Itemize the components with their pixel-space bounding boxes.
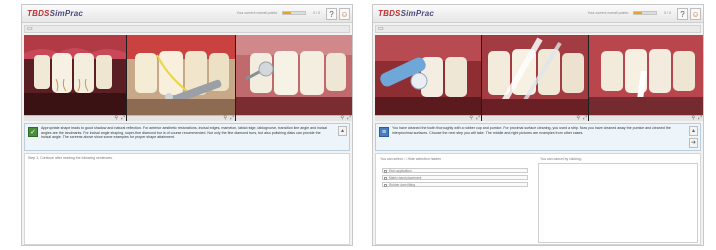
- tooth-photo-3[interactable]: [589, 35, 703, 115]
- scroll-up-button[interactable]: ▴: [338, 126, 347, 136]
- help-button[interactable]: ?: [326, 8, 337, 20]
- photo-3-controls: ⚲ ⤢: [589, 115, 703, 121]
- title-bar: TBDSSimPrac Your current overall points:…: [22, 5, 352, 23]
- tooth-photo-2[interactable]: [127, 35, 235, 115]
- photo-strip: ⚲ ⤢ ⚲ ⤢ ⚲ ⤢: [24, 35, 352, 121]
- checkbox[interactable]: [384, 169, 387, 173]
- photo-1-controls: ⚲ ⤢: [24, 115, 126, 121]
- right-window: TBDSSimPrac Your current overall points:…: [372, 4, 704, 246]
- side-buttons: ▴: [338, 126, 347, 138]
- resize-icon[interactable]: ⤢: [121, 115, 125, 121]
- info-icon: ≡: [379, 127, 389, 137]
- next-arrow-icon[interactable]: ➜: [689, 138, 698, 148]
- photo-2-controls: ⚲ ⤢: [482, 115, 588, 121]
- resize-icon[interactable]: ⤢: [476, 115, 480, 121]
- score-value: 0 / 0: [313, 11, 320, 15]
- side-buttons: ▴ ➜: [689, 126, 698, 150]
- score-label: Your current overall points:: [587, 11, 629, 15]
- resize-icon[interactable]: ⤢: [347, 115, 351, 121]
- magnify-icon[interactable]: ⚲: [691, 115, 695, 121]
- score-value: 0 / 0: [664, 11, 671, 15]
- cancel-drop-area[interactable]: [538, 163, 698, 243]
- magnify-icon[interactable]: ⚲: [469, 115, 473, 121]
- collapse-bar[interactable]: ▭: [24, 25, 350, 33]
- magnify-icon[interactable]: ⚲: [114, 115, 118, 121]
- check-icon: ✓: [28, 127, 38, 137]
- score-label: Your current overall points:: [236, 11, 278, 15]
- choice-item[interactable]: Etch application: [382, 168, 528, 173]
- tooth-photo-2[interactable]: [482, 35, 588, 115]
- photo-2-controls: ⚲ ⤢: [127, 115, 235, 121]
- collapse-icon[interactable]: ▭: [27, 26, 33, 32]
- collapse-icon[interactable]: ▭: [378, 26, 384, 32]
- status-panel: Step 1: Continue after reading the follo…: [24, 153, 350, 245]
- checkbox[interactable]: [384, 176, 387, 180]
- user-button[interactable]: ☺: [690, 8, 701, 20]
- photo-1-controls: ⚲ ⤢: [375, 115, 481, 121]
- resize-icon[interactable]: ⤢: [230, 115, 234, 121]
- info-text: Appropriate shape leads to good shadow a…: [41, 126, 328, 140]
- status-text: Step 1: Continue after reading the follo…: [28, 156, 114, 160]
- cancel-header: You can cancel by clicking:: [540, 157, 582, 161]
- choice-item[interactable]: Matrix band placement: [382, 175, 528, 180]
- resize-icon[interactable]: ⤢: [698, 115, 702, 121]
- photo-strip: ⚲ ⤢ ⚲ ⤢ ⚲ ⤢: [375, 35, 703, 121]
- info-text: You have cleaned the tooth thoroughly wi…: [392, 126, 671, 135]
- scroll-up-button[interactable]: ▴: [689, 126, 698, 136]
- score-progress-bar: [282, 11, 306, 15]
- select-header: You can select: □ Hide selection hidden: [380, 157, 442, 161]
- choice-panel: You can select: □ Hide selection hidden …: [375, 153, 701, 245]
- collapse-bar[interactable]: ▭: [375, 25, 701, 33]
- resize-icon[interactable]: ⤢: [583, 115, 587, 121]
- info-panel: ≡ You have cleaned the tooth thoroughly …: [375, 123, 701, 151]
- magnify-icon[interactable]: ⚲: [340, 115, 344, 121]
- user-button[interactable]: ☺: [339, 8, 350, 20]
- left-window: TBDSSimPrac Your current overall points:…: [21, 4, 353, 246]
- tooth-photo-1[interactable]: [24, 35, 126, 115]
- title-bar: TBDSSimPrac Your current overall points:…: [373, 5, 703, 23]
- app-logo: TBDSSimPrac: [27, 9, 83, 18]
- tooth-photo-1[interactable]: [375, 35, 481, 115]
- info-panel: ✓ Appropriate shape leads to good shadow…: [24, 123, 350, 151]
- checkbox[interactable]: [384, 183, 387, 187]
- app-logo: TBDSSimPrac: [378, 9, 434, 18]
- tooth-photo-3[interactable]: [236, 35, 352, 115]
- help-button[interactable]: ?: [677, 8, 688, 20]
- score-progress-bar: [633, 11, 657, 15]
- magnify-icon[interactable]: ⚲: [223, 115, 227, 121]
- photo-3-controls: ⚲ ⤢: [236, 115, 352, 121]
- choice-item[interactable]: Rubber dam fitting: [382, 182, 528, 187]
- magnify-icon[interactable]: ⚲: [576, 115, 580, 121]
